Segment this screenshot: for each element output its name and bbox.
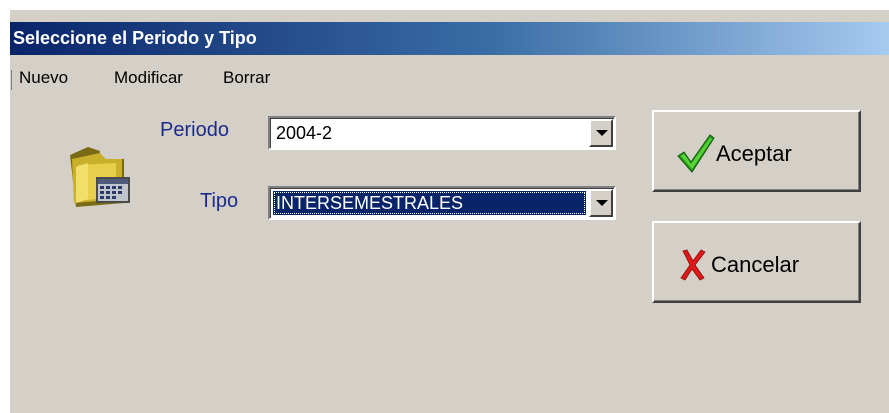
x-mark-icon <box>680 249 706 281</box>
title-bar[interactable]: Seleccione el Periodo y Tipo <box>10 22 889 55</box>
periodo-value: 2004-2 <box>276 123 333 143</box>
accept-button[interactable]: Aceptar <box>652 110 861 192</box>
tipo-label: Tipo <box>200 190 239 212</box>
checkmark-icon <box>677 134 715 173</box>
periodo-label: Periodo <box>160 119 229 141</box>
periodo-select[interactable]: 2004-2 <box>268 116 616 150</box>
menu-item-nuevo[interactable]: Nuevo <box>19 68 68 88</box>
menu-bar-grip <box>11 70 12 90</box>
menu-item-modificar[interactable]: Modificar <box>114 68 183 88</box>
menu-item-borrar[interactable]: Borrar <box>223 68 270 88</box>
tipo-dropdown-arrow-icon[interactable] <box>589 189 613 217</box>
menu-bar: Nuevo Modificar Borrar <box>10 62 889 92</box>
tipo-select[interactable]: INTERSEMESTRALES <box>268 186 616 220</box>
accept-button-label: Aceptar <box>716 141 792 166</box>
cancel-button[interactable]: Cancelar <box>652 221 861 303</box>
window-title: Seleccione el Periodo y Tipo <box>13 28 257 48</box>
cancel-button-label: Cancelar <box>711 252 800 277</box>
periodo-dropdown-arrow-icon[interactable] <box>589 119 613 147</box>
dialog-window: Seleccione el Periodo y Tipo Nuevo Modif… <box>9 9 889 413</box>
tipo-value: INTERSEMESTRALES <box>273 191 586 215</box>
folder-calendar-icon <box>70 147 130 207</box>
